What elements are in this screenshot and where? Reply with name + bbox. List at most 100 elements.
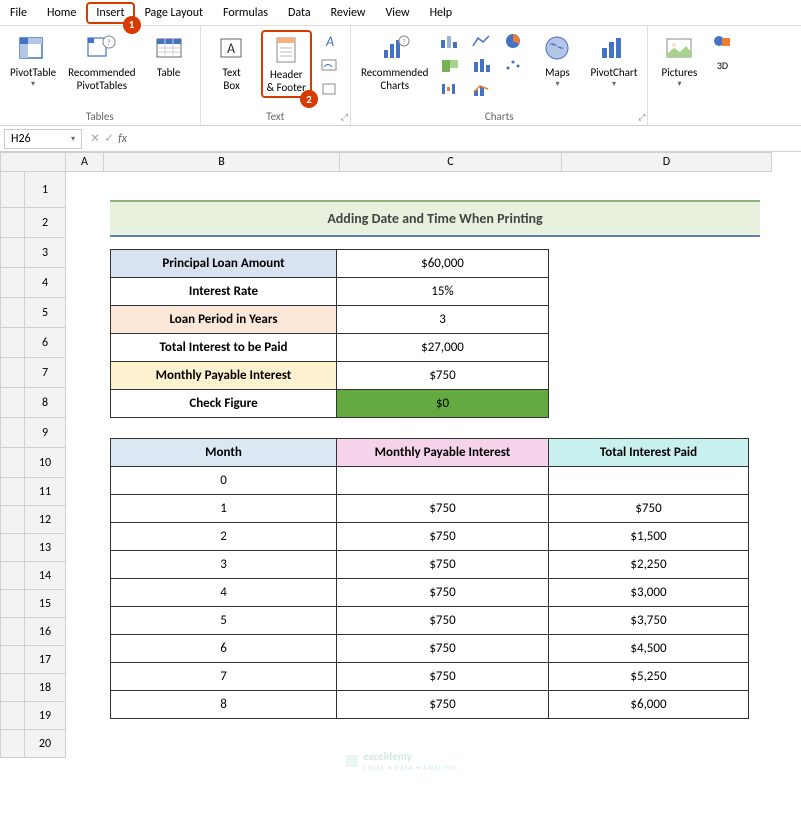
row-header-8[interactable]: 8 <box>0 388 66 418</box>
row-header-20[interactable]: 20 <box>0 730 66 758</box>
menu-insert[interactable]: Insert1 <box>86 2 134 24</box>
pie-chart-button[interactable] <box>500 30 528 52</box>
menu-file[interactable]: File <box>0 2 37 24</box>
statistic-chart-button[interactable] <box>468 54 496 76</box>
formula-input[interactable] <box>131 128 801 149</box>
line-chart-button[interactable] <box>468 30 496 52</box>
shapes-button[interactable] <box>708 30 736 52</box>
cancel-icon[interactable]: ✕ <box>90 131 100 146</box>
schedule-cell[interactable]: $750 <box>337 691 549 719</box>
row-header-15[interactable]: 15 <box>0 590 66 618</box>
textbox-button[interactable]: A Text Box <box>207 30 257 94</box>
schedule-cell[interactable]: 8 <box>111 691 337 719</box>
schedule-cell[interactable]: 3 <box>111 551 337 579</box>
summary-value[interactable]: 3 <box>337 306 549 334</box>
schedule-cell[interactable]: $750 <box>337 579 549 607</box>
summary-label[interactable]: Interest Rate <box>111 278 337 306</box>
schedule-cell[interactable]: $3,000 <box>549 579 749 607</box>
row-header-4[interactable]: 4 <box>0 268 66 298</box>
schedule-cell[interactable]: $6,000 <box>549 691 749 719</box>
pivotchart-button[interactable]: PivotChart ▾ <box>586 30 641 91</box>
menu-page-layout[interactable]: Page Layout <box>135 2 213 24</box>
schedule-cell[interactable]: $2,250 <box>549 551 749 579</box>
summary-value[interactable]: $27,000 <box>337 334 549 362</box>
summary-label[interactable]: Total Interest to be Paid <box>111 334 337 362</box>
menu-help[interactable]: Help <box>420 2 463 24</box>
row-header-3[interactable]: 3 <box>0 238 66 268</box>
menu-review[interactable]: Review <box>321 2 376 24</box>
schedule-cell[interactable]: $750 <box>337 635 549 663</box>
row-header-13[interactable]: 13 <box>0 534 66 562</box>
menu-home[interactable]: Home <box>37 2 86 24</box>
maps-button[interactable]: Maps ▾ <box>532 30 582 91</box>
waterfall-chart-button[interactable] <box>436 78 464 100</box>
schedule-cell[interactable]: $750 <box>337 663 549 691</box>
pictures-button[interactable]: Pictures ▾ <box>654 30 704 91</box>
summary-value[interactable]: $60,000 <box>337 250 549 278</box>
pivottable-button[interactable]: PivotTable ▾ <box>6 30 60 91</box>
schedule-cell[interactable]: $750 <box>549 495 749 523</box>
schedule-cell[interactable]: 1 <box>111 495 337 523</box>
col-header-C[interactable]: C <box>340 152 562 172</box>
schedule-cell[interactable]: 2 <box>111 523 337 551</box>
schedule-cell[interactable]: $750 <box>337 495 549 523</box>
schedule-cell[interactable]: 4 <box>111 579 337 607</box>
recommended-pivottables-button[interactable]: ? Recommended PivotTables <box>64 30 139 94</box>
summary-label[interactable]: Principal Loan Amount <box>111 250 337 278</box>
menu-formulas[interactable]: Formulas <box>213 2 278 24</box>
row-header-10[interactable]: 10 <box>0 448 66 478</box>
row-header-2[interactable]: 2 <box>0 208 66 238</box>
wordart-button[interactable]: A <box>316 30 344 52</box>
row-header-14[interactable]: 14 <box>0 562 66 590</box>
schedule-header[interactable]: Total Interest Paid <box>549 439 749 467</box>
summary-label[interactable]: Check Figure <box>111 390 337 418</box>
enter-icon[interactable]: ✓ <box>104 131 114 146</box>
row-header-9[interactable]: 9 <box>0 418 66 448</box>
schedule-cell[interactable]: 0 <box>111 467 337 495</box>
header-footer-button[interactable]: Header & Footer 2 <box>261 30 312 98</box>
row-header-12[interactable]: 12 <box>0 506 66 534</box>
schedule-cell[interactable]: $5,250 <box>549 663 749 691</box>
schedule-cell[interactable]: $750 <box>337 551 549 579</box>
schedule-cell[interactable]: $4,500 <box>549 635 749 663</box>
col-header-A[interactable]: A <box>66 152 104 172</box>
object-button[interactable] <box>316 78 344 100</box>
summary-label[interactable]: Monthly Payable Interest <box>111 362 337 390</box>
col-header-D[interactable]: D <box>562 152 772 172</box>
row-header-7[interactable]: 7 <box>0 358 66 388</box>
charts-group-launcher-icon[interactable]: ⤢ <box>638 112 645 123</box>
schedule-cell[interactable]: 7 <box>111 663 337 691</box>
row-header-19[interactable]: 19 <box>0 702 66 730</box>
recommended-charts-button[interactable]: ? Recommended Charts <box>357 30 432 94</box>
scatter-chart-button[interactable] <box>500 54 528 76</box>
row-header-18[interactable]: 18 <box>0 674 66 702</box>
combo-chart-button[interactable] <box>468 78 496 100</box>
schedule-cell[interactable] <box>337 467 549 495</box>
col-header-B[interactable]: B <box>104 152 340 172</box>
summary-value[interactable]: $0 <box>337 390 549 418</box>
summary-value[interactable]: 15% <box>337 278 549 306</box>
schedule-cell[interactable]: $750 <box>337 523 549 551</box>
summary-label[interactable]: Loan Period in Years <box>111 306 337 334</box>
row-header-6[interactable]: 6 <box>0 328 66 358</box>
schedule-cell[interactable] <box>549 467 749 495</box>
menu-data[interactable]: Data <box>278 2 321 24</box>
summary-value[interactable]: $750 <box>337 362 549 390</box>
schedule-header[interactable]: Monthly Payable Interest <box>337 439 549 467</box>
schedule-cell[interactable]: 5 <box>111 607 337 635</box>
row-header-1[interactable]: 1 <box>0 172 66 208</box>
schedule-cell[interactable]: 6 <box>111 635 337 663</box>
select-all-corner[interactable] <box>0 152 66 172</box>
schedule-cell[interactable]: $750 <box>337 607 549 635</box>
text-group-launcher-icon[interactable]: ⤢ <box>341 112 348 123</box>
menu-view[interactable]: View <box>376 2 420 24</box>
name-box[interactable]: H26 ▾ <box>4 129 82 149</box>
schedule-header[interactable]: Month <box>111 439 337 467</box>
fx-icon[interactable]: fx <box>118 132 127 146</box>
row-header-17[interactable]: 17 <box>0 646 66 674</box>
row-header-11[interactable]: 11 <box>0 478 66 506</box>
column-chart-button[interactable] <box>436 30 464 52</box>
hierarchy-chart-button[interactable] <box>436 54 464 76</box>
row-header-5[interactable]: 5 <box>0 298 66 328</box>
schedule-cell[interactable]: $3,750 <box>549 607 749 635</box>
